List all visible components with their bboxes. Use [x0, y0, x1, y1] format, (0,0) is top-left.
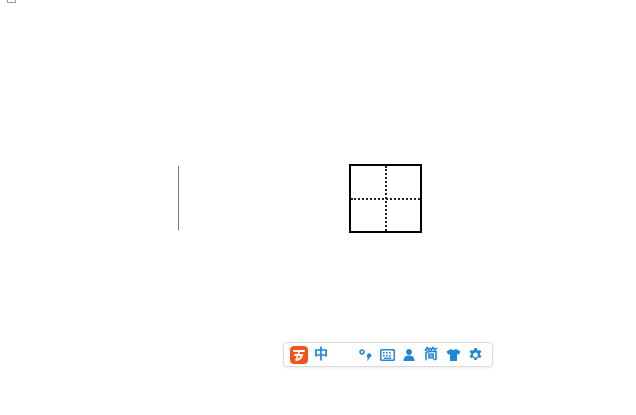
- ime-logo-button[interactable]: [288, 344, 310, 366]
- text-cursor: [178, 166, 179, 230]
- simplified-traditional-toggle[interactable]: 简: [420, 344, 442, 366]
- gear-icon: [469, 347, 481, 361]
- skin-button[interactable]: [442, 344, 464, 366]
- corner-checkbox[interactable]: [7, 0, 16, 3]
- soft-keyboard-button[interactable]: [376, 344, 398, 366]
- tshirt-icon: [446, 348, 460, 361]
- tianzige-writing-grid: [349, 164, 422, 233]
- charset-label: 简: [424, 346, 438, 363]
- punctuation-mode-toggle[interactable]: [354, 344, 376, 366]
- punctuation-width-toggle[interactable]: [332, 344, 354, 366]
- half-moon-icon: [338, 349, 349, 360]
- user-icon: [403, 348, 415, 361]
- chinese-mode-label: 中: [314, 346, 328, 363]
- account-button[interactable]: [398, 344, 420, 366]
- settings-button[interactable]: [464, 344, 486, 366]
- vertical-guide-line: [384, 166, 387, 231]
- ime-logo-icon: [290, 345, 308, 364]
- document-canvas[interactable]: 中 简: [0, 0, 636, 415]
- keyboard-icon: [379, 348, 395, 361]
- chinese-mode-toggle[interactable]: 中: [310, 344, 332, 366]
- dot-comma-icon: [359, 348, 372, 361]
- ime-toolbar: 中 简: [283, 342, 493, 367]
